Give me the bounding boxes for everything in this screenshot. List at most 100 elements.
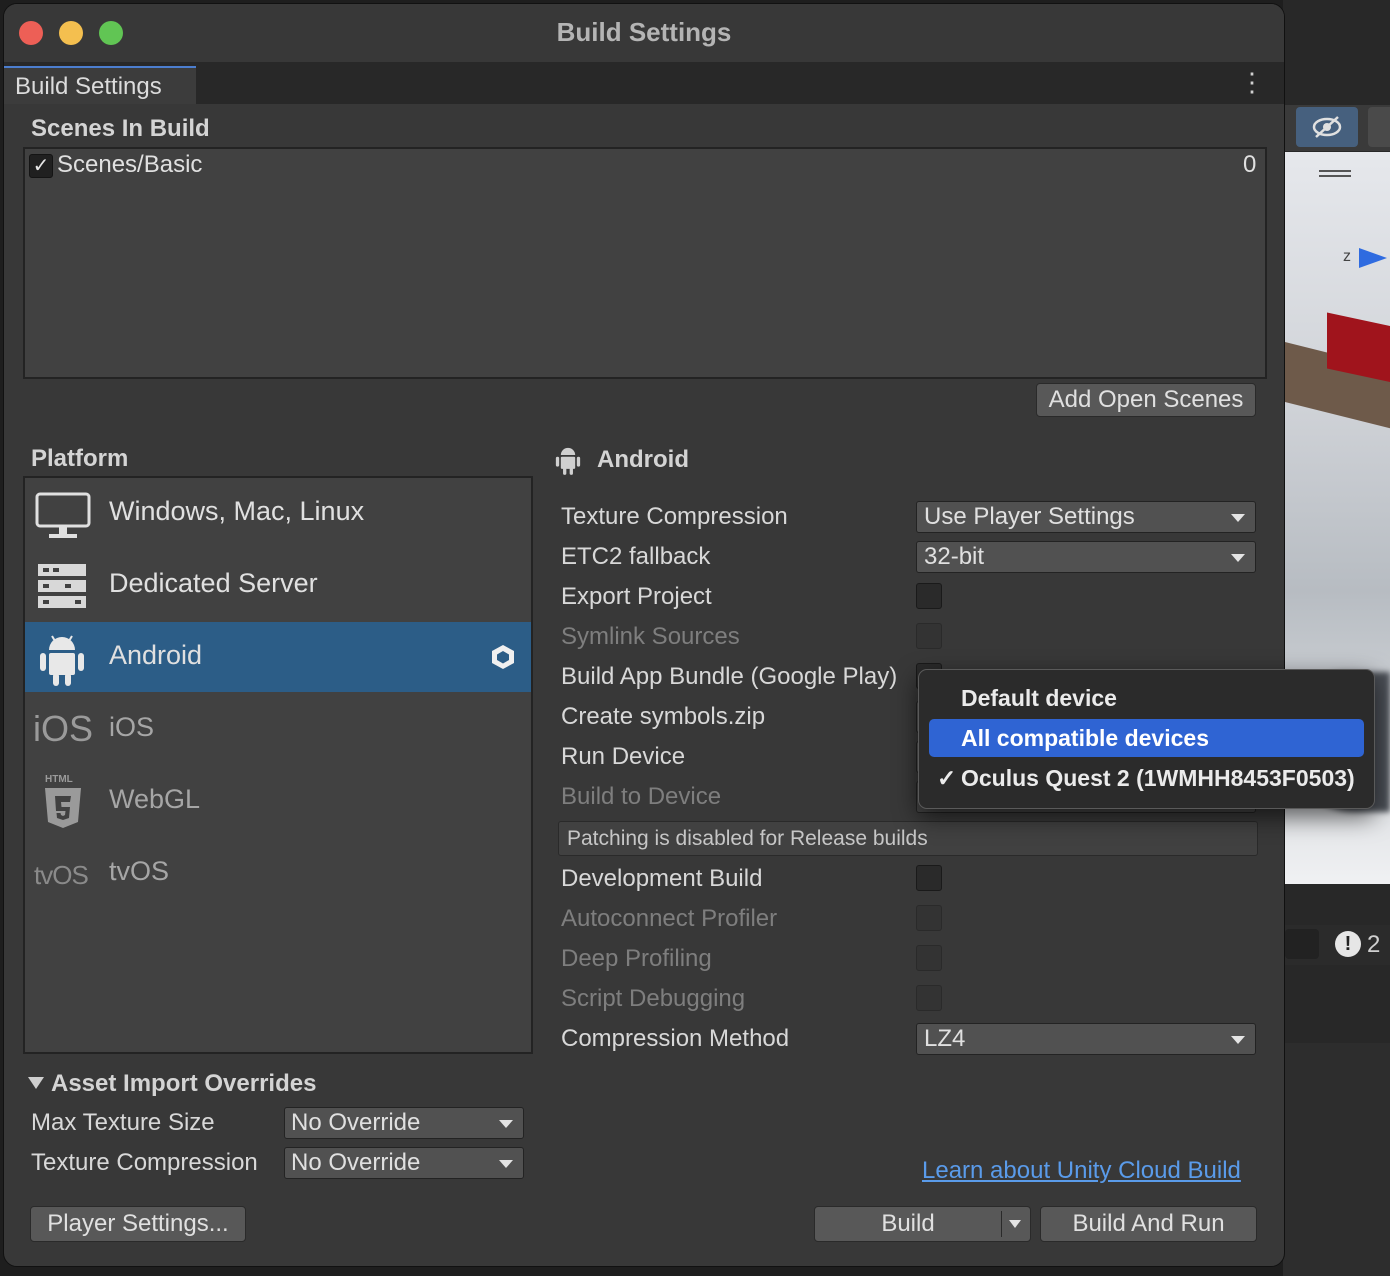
- symlink-sources-label: Symlink Sources: [561, 623, 740, 650]
- run-device-menu: Default device All compatible devices ✓ …: [918, 669, 1375, 809]
- android-icon: [40, 635, 84, 686]
- export-project-checkbox[interactable]: [916, 583, 942, 609]
- menu-item-label: All compatible devices: [961, 725, 1209, 751]
- export-project-label: Export Project: [561, 583, 712, 610]
- android-settings-title: Android: [597, 446, 689, 473]
- development-build-label: Development Build: [561, 865, 763, 892]
- android-header-icon: [555, 447, 581, 475]
- dropdown-value: No Override: [291, 1149, 421, 1176]
- build-settings-window: Build Settings Build Settings ⋮ Scenes I…: [3, 3, 1285, 1267]
- chevron-down-icon: [1231, 1036, 1245, 1044]
- monitor-icon: [35, 492, 91, 538]
- menu-item-label: Oculus Quest 2 (1WMHH8453F0503): [961, 765, 1355, 791]
- warning-icon[interactable]: !: [1335, 931, 1361, 957]
- platform-label: tvOS: [109, 856, 170, 886]
- console-panel: [1283, 1043, 1390, 1276]
- script-debugging-label: Script Debugging: [561, 985, 746, 1012]
- scene-name: Scenes/Basic: [57, 151, 203, 178]
- server-icon: [38, 564, 86, 608]
- scene-handle-icon: [1319, 170, 1351, 172]
- build-and-run-button[interactable]: Build And Run: [1040, 1206, 1257, 1242]
- scenes-in-build-title: Scenes In Build: [31, 115, 210, 142]
- list-item[interactable]: ✓ Scenes/Basic 0: [25, 149, 1265, 183]
- scene-enabled-checkbox[interactable]: ✓: [29, 154, 53, 178]
- platform-item-tvos[interactable]: tvOS tvOS: [25, 838, 531, 908]
- symlink-sources-checkbox: [916, 623, 942, 649]
- platform-label: WebGL: [109, 784, 201, 814]
- html-caption: HTML: [45, 774, 73, 785]
- title-bar: Build Settings: [4, 4, 1284, 62]
- eye-hidden-icon: [1312, 116, 1342, 138]
- unity-logo-icon: [492, 645, 514, 669]
- dropdown-value: 32-bit: [924, 543, 985, 570]
- ios-icon: iOS: [33, 708, 94, 749]
- tab-build-settings[interactable]: Build Settings: [4, 66, 196, 104]
- override-texture-compression-dropdown[interactable]: No Override: [284, 1147, 524, 1179]
- chevron-down-icon: [1009, 1220, 1021, 1228]
- scenes-list[interactable]: ✓ Scenes/Basic 0: [23, 147, 1267, 379]
- add-open-scenes-button[interactable]: Add Open Scenes: [1036, 383, 1256, 417]
- deep-profiling-checkbox: [916, 945, 942, 971]
- scene-visibility-toggle[interactable]: [1296, 107, 1358, 147]
- learn-cloud-build-link[interactable]: Learn about Unity Cloud Build: [922, 1157, 1241, 1185]
- max-texture-size-dropdown[interactable]: No Override: [284, 1107, 524, 1139]
- build-app-bundle-label: Build App Bundle (Google Play): [561, 663, 898, 690]
- script-debugging-checkbox: [916, 985, 942, 1011]
- compression-method-dropdown[interactable]: LZ4: [916, 1023, 1256, 1055]
- checkmark-icon: ✓: [937, 765, 957, 791]
- scene-index: 0: [1243, 151, 1257, 178]
- deep-profiling-label: Deep Profiling: [561, 945, 712, 972]
- platform-item-android[interactable]: Android: [25, 622, 531, 692]
- more-options-icon[interactable]: ⋮: [1239, 69, 1265, 95]
- autoconnect-profiler-label: Autoconnect Profiler: [561, 905, 778, 932]
- platform-item-windows[interactable]: Windows, Mac, Linux: [25, 478, 531, 548]
- warning-count: 2: [1367, 931, 1381, 958]
- scene-axis-label: z: [1343, 248, 1351, 265]
- chevron-down-icon: [1231, 554, 1245, 562]
- platform-list[interactable]: Windows, Mac, Linux Dedicated Server And…: [23, 476, 533, 1054]
- menu-item-default-device[interactable]: Default device: [929, 679, 1364, 717]
- patching-help-box: Patching is disabled for Release builds: [558, 821, 1258, 856]
- window-title: Build Settings: [556, 17, 732, 47]
- dropdown-value: No Override: [291, 1109, 421, 1136]
- build-to-device-label: Build to Device: [561, 783, 722, 810]
- development-build-checkbox[interactable]: [916, 865, 942, 891]
- build-options-dropdown[interactable]: [1002, 1207, 1030, 1241]
- override-texture-compression-label: Texture Compression: [31, 1149, 258, 1176]
- autoconnect-profiler-checkbox: [916, 905, 942, 931]
- player-settings-button[interactable]: Player Settings...: [30, 1206, 246, 1242]
- build-button[interactable]: Build: [815, 1207, 1001, 1241]
- dropdown-value: Use Player Settings: [924, 503, 1135, 530]
- etc2-fallback-dropdown[interactable]: 32-bit: [916, 541, 1256, 573]
- compression-method-label: Compression Method: [561, 1025, 790, 1052]
- platform-label: Android: [109, 640, 203, 670]
- platform-item-dedicated-server[interactable]: Dedicated Server: [25, 550, 531, 620]
- build-button-group: Build: [814, 1206, 1031, 1242]
- platform-item-webgl[interactable]: HTML WebGL: [25, 766, 531, 836]
- menu-item-oculus-quest-2[interactable]: ✓ Oculus Quest 2 (1WMHH8453F0503): [929, 759, 1364, 797]
- platform-title: Platform: [31, 445, 129, 472]
- chevron-down-icon: [499, 1120, 513, 1128]
- scene-toolbar-button[interactable]: [1368, 107, 1390, 147]
- chevron-down-icon: [1231, 514, 1245, 522]
- platform-label: Dedicated Server: [109, 568, 318, 598]
- console-search-field[interactable]: [1285, 929, 1319, 959]
- console-toolbar: ! 2: [1283, 925, 1390, 965]
- texture-compression-dropdown[interactable]: Use Player Settings: [916, 501, 1256, 533]
- dropdown-value: LZ4: [924, 1025, 966, 1052]
- platform-item-ios[interactable]: iOS iOS: [25, 694, 531, 764]
- chevron-down-icon: [499, 1160, 513, 1168]
- platform-label: Windows, Mac, Linux: [109, 496, 365, 526]
- axis-gizmo-icon[interactable]: [1359, 248, 1387, 268]
- platform-label: iOS: [109, 712, 155, 742]
- create-symbols-label: Create symbols.zip: [561, 703, 766, 730]
- html5-icon: [45, 788, 81, 828]
- foldout-triangle-icon[interactable]: [28, 1077, 44, 1089]
- run-device-label: Run Device: [561, 743, 686, 770]
- asset-import-overrides-title[interactable]: Asset Import Overrides: [51, 1070, 316, 1098]
- tvos-icon: tvOS: [34, 860, 89, 890]
- menu-item-label: Default device: [961, 685, 1117, 711]
- tab-strip: Build Settings ⋮: [4, 62, 1284, 104]
- etc2-fallback-label: ETC2 fallback: [561, 543, 711, 570]
- menu-item-all-compatible-devices[interactable]: All compatible devices: [929, 719, 1364, 757]
